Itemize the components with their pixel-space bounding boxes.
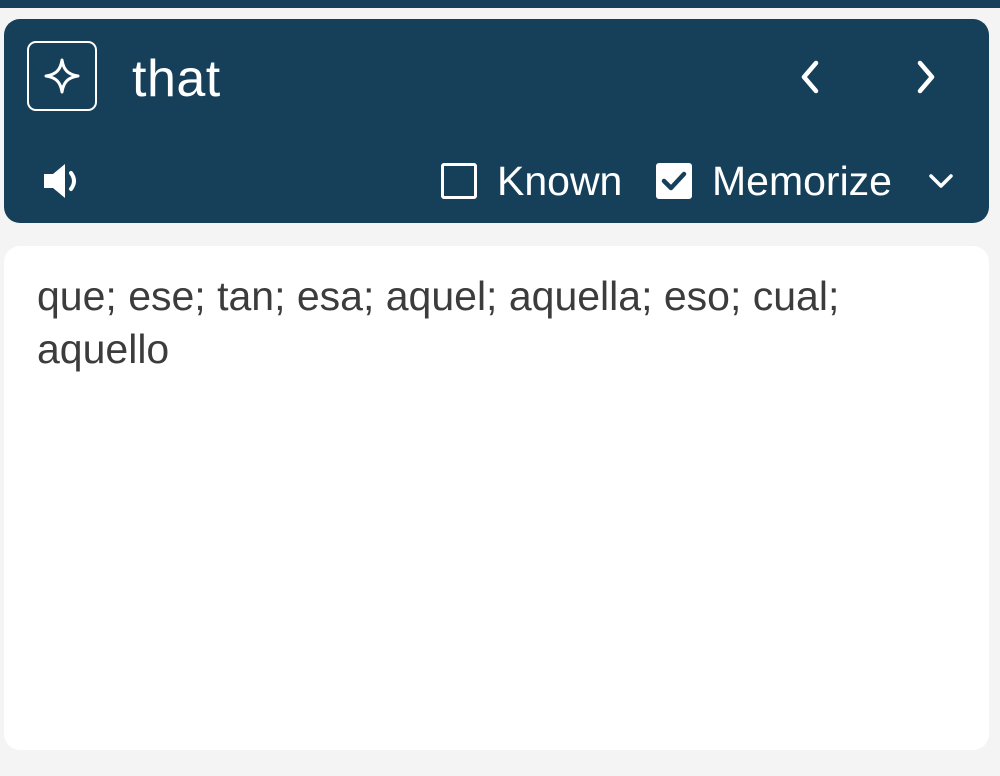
known-checkbox-box[interactable] <box>441 163 477 199</box>
chevron-down-icon <box>929 174 953 188</box>
memorize-checkbox-box[interactable] <box>656 163 692 199</box>
options-dropdown-button[interactable] <box>919 159 963 203</box>
previous-word-button[interactable] <box>786 53 834 101</box>
next-word-button[interactable] <box>902 53 950 101</box>
translation-card: que; ese; tan; esa; aquel; aquella; eso;… <box>4 246 989 750</box>
memorize-label: Memorize <box>712 158 892 204</box>
known-checkbox[interactable]: Known <box>441 159 622 203</box>
pronounce-button[interactable] <box>38 159 88 203</box>
speaker-icon <box>44 164 76 198</box>
ai-sparkle-button[interactable] <box>27 41 97 111</box>
word-header: that Known Memorize <box>4 19 989 223</box>
memorize-checkbox[interactable]: Memorize <box>656 159 892 203</box>
translation-text: que; ese; tan; esa; aquel; aquella; eso;… <box>37 273 840 372</box>
top-strip <box>0 0 1000 8</box>
sparkle-icon <box>44 58 80 94</box>
checkmark-icon <box>661 171 687 191</box>
word-title: that <box>132 50 221 108</box>
known-label: Known <box>497 158 623 204</box>
chevron-left-icon <box>801 60 819 94</box>
chevron-right-icon <box>917 60 935 94</box>
